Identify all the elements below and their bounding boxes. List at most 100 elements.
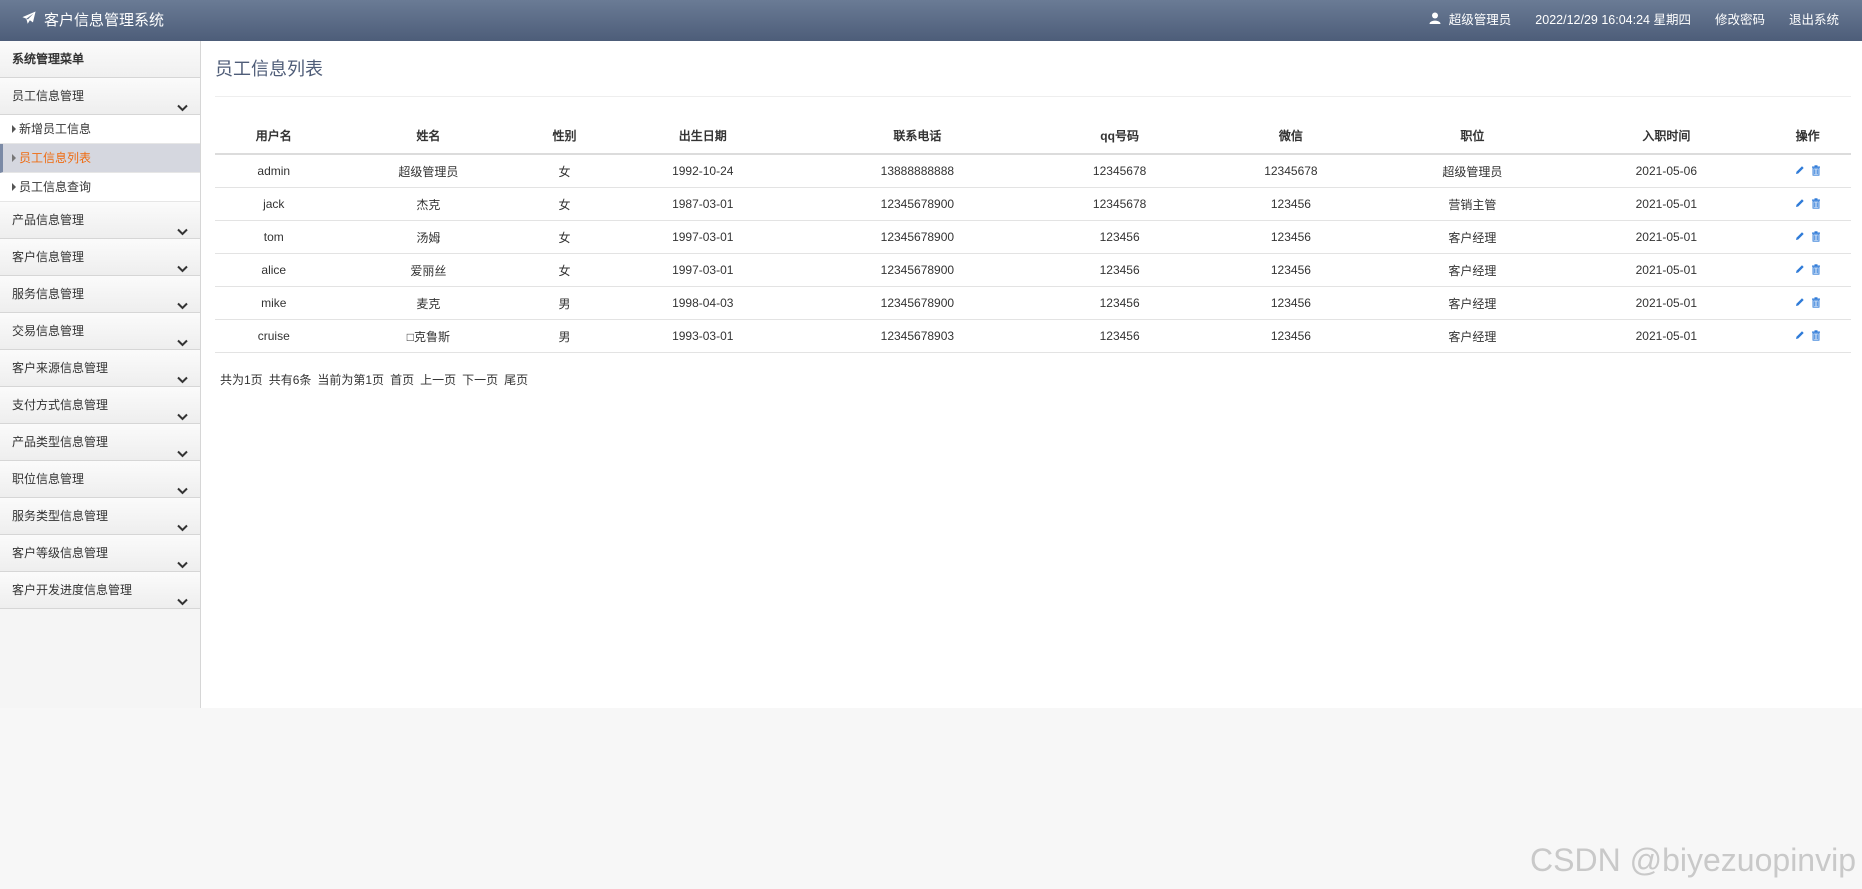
menu-sub-item[interactable]: 新增员工信息: [0, 115, 200, 144]
table-cell: 12345678: [1205, 154, 1377, 188]
menu-group[interactable]: 员工信息管理: [0, 78, 200, 115]
chevron-down-icon: [177, 584, 188, 620]
trash-icon[interactable]: [1811, 164, 1821, 176]
table-cell: 营销主管: [1376, 187, 1569, 221]
table-cell: 12345678903: [800, 319, 1034, 353]
menu-sub-item-label: 新增员工信息: [19, 122, 92, 136]
table-cell: 客户经理: [1376, 286, 1569, 320]
menu-group[interactable]: 客户信息管理: [0, 239, 200, 276]
menu-group[interactable]: 客户来源信息管理: [0, 350, 200, 387]
table-cell: 女: [524, 253, 605, 287]
table-cell: 12345678900: [800, 220, 1034, 254]
table-cell: 123456: [1205, 253, 1377, 287]
table-cell-actions: [1764, 154, 1851, 188]
table-cell: 1998-04-03: [604, 286, 801, 320]
pencil-icon[interactable]: [1795, 264, 1805, 274]
column-header: 微信: [1205, 117, 1377, 155]
column-header: 姓名: [332, 117, 525, 155]
table-cell: 2021-05-01: [1568, 319, 1765, 353]
next-page-link[interactable]: 下一页: [462, 371, 498, 388]
employee-table: 用户名 姓名 性别 出生日期 联系电话 qq号码 微信 职位 入职时间 操作 admin 超级管理员…: [215, 117, 1851, 353]
menu-group[interactable]: 交易信息管理: [0, 313, 200, 350]
column-header: 操作: [1764, 117, 1851, 155]
menu-group[interactable]: 服务信息管理: [0, 276, 200, 313]
caret-right-icon: [12, 154, 16, 162]
menu-group-label: 支付方式信息管理: [12, 398, 109, 412]
brand: 客户信息管理系统: [22, 0, 164, 41]
pencil-icon[interactable]: [1795, 165, 1805, 175]
top-right-nav: 超级管理员 2022/12/29 16:04:24 星期四 修改密码 退出系统: [1405, 0, 1839, 41]
sidebar-menu: 员工信息管理新增员工信息员工信息列表 员工信息查询 产品信息管理 客户信息管理 服务信息…: [0, 78, 200, 609]
logout-link[interactable]: 退出系统: [1789, 0, 1839, 41]
menu-group-label: 员工信息管理: [12, 89, 85, 103]
watermark: CSDN @biyezuopinvip: [1530, 842, 1856, 878]
current-user: 超级管理员: [1429, 0, 1511, 41]
trash-icon[interactable]: [1811, 197, 1821, 209]
table-cell: mike: [215, 286, 333, 320]
table-cell: 客户经理: [1376, 220, 1569, 254]
menu-group-label: 客户等级信息管理: [12, 546, 109, 560]
table-row: alice 爱丽丝女 1997-03-01 12345678900 123456 1234…: [215, 253, 1851, 287]
menu-group[interactable]: 产品类型信息管理: [0, 424, 200, 461]
table-cell: cruise: [215, 319, 333, 353]
sidebar: 系统管理菜单 员工信息管理 新增员工信息 员工信息列表 员工信息查询 产品信息管理 客户信…: [0, 41, 201, 708]
menu-group-label: 服务类型信息管理: [12, 509, 109, 523]
first-page-link[interactable]: 首页: [390, 371, 414, 388]
table-cell: 2021-05-01: [1568, 187, 1765, 221]
menu-sub-item[interactable]: 员工信息列表: [0, 144, 200, 173]
table-cell: 女: [524, 220, 605, 254]
prev-page-link[interactable]: 上一页: [420, 371, 456, 388]
table-cell: 123456: [1033, 220, 1206, 254]
table-row: admin 超级管理员女 1992-10-24 13888888888 12345678…: [215, 154, 1851, 188]
trash-icon[interactable]: [1811, 329, 1821, 341]
trash-icon[interactable]: [1811, 296, 1821, 308]
table-cell: admin: [215, 154, 333, 188]
table-cell: 2021-05-01: [1568, 220, 1765, 254]
menu-group-label: 职位信息管理: [12, 472, 85, 486]
table-cell: 123456: [1205, 220, 1377, 254]
table-cell-actions: [1764, 220, 1851, 254]
table-cell: 123456: [1033, 253, 1206, 287]
menu-group[interactable]: 支付方式信息管理: [0, 387, 200, 424]
table-cell: 12345678: [1033, 154, 1206, 188]
trash-icon[interactable]: [1811, 230, 1821, 242]
menu-group-label: 客户开发进度信息管理: [12, 583, 133, 597]
menu-sub-item[interactable]: 员工信息查询: [0, 173, 200, 202]
table-row: mike 麦克男 1998-04-03 12345678900 123456 123456…: [215, 286, 1851, 320]
change-password-link[interactable]: 修改密码: [1715, 0, 1765, 41]
trash-icon[interactable]: [1811, 263, 1821, 275]
column-header: 用户名: [215, 117, 333, 155]
table-cell: 123456: [1205, 286, 1377, 320]
menu-group[interactable]: 职位信息管理: [0, 461, 200, 498]
datetime: 2022/12/29 16:04:24 星期四: [1535, 13, 1691, 27]
table-cell-actions: [1764, 253, 1851, 287]
table-cell: 12345678900: [800, 253, 1034, 287]
table-header-row: 用户名 姓名 性别 出生日期 联系电话 qq号码 微信 职位 入职时间 操作: [215, 117, 1851, 155]
pencil-icon[interactable]: [1795, 198, 1805, 208]
menu-group-label: 客户来源信息管理: [12, 361, 109, 375]
user-icon: [1429, 0, 1449, 41]
table-row: tom 汤姆女 1997-03-01 12345678900 123456 123456 客…: [215, 220, 1851, 254]
table-row: jack 杰克女 1987-03-01 12345678900 12345678 1234…: [215, 187, 1851, 221]
menu-group-label: 产品类型信息管理: [12, 435, 109, 449]
table-cell: 客户经理: [1376, 319, 1569, 353]
caret-right-icon: [12, 183, 16, 191]
table-cell: 超级管理员: [1376, 154, 1569, 188]
pencil-icon[interactable]: [1795, 231, 1805, 241]
table-cell: 男: [524, 319, 605, 353]
menu-group[interactable]: 客户等级信息管理: [0, 535, 200, 572]
table-cell: 2021-05-01: [1568, 286, 1765, 320]
current-page: 当前为第1页: [317, 373, 385, 387]
pencil-icon[interactable]: [1795, 330, 1805, 340]
table-cell: 1997-03-01: [604, 253, 801, 287]
last-page-link[interactable]: 尾页: [504, 371, 528, 388]
table-cell: 12345678900: [800, 187, 1034, 221]
menu-group[interactable]: 产品信息管理: [0, 202, 200, 239]
menu-group[interactable]: 客户开发进度信息管理: [0, 572, 200, 609]
main-content: 员工信息列表 用户名 姓名 性别 出生日期 联系电话 qq号码 微信 职位 入职时间 操作 adm…: [201, 41, 1862, 708]
menu-group[interactable]: 服务类型信息管理: [0, 498, 200, 535]
column-header: qq号码: [1033, 117, 1206, 155]
table-cell-actions: [1764, 286, 1851, 320]
table-cell: 客户经理: [1376, 253, 1569, 287]
pencil-icon[interactable]: [1795, 297, 1805, 307]
